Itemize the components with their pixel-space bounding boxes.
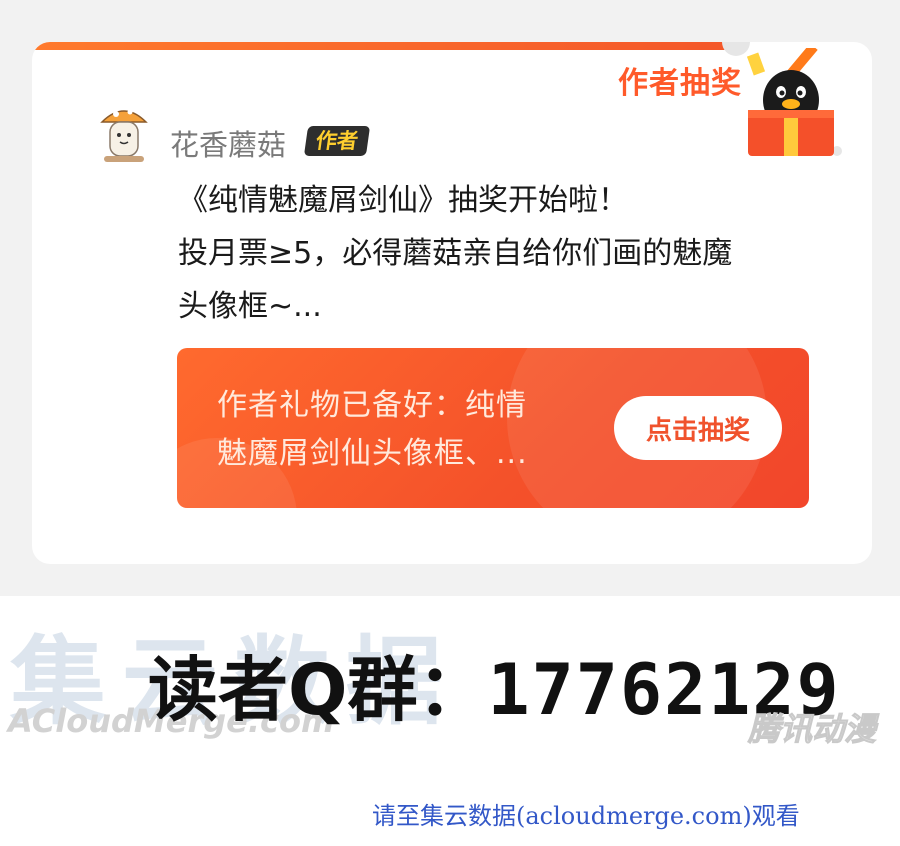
card-accent-line xyxy=(32,42,732,50)
gift-line: 魅魔屑剑仙头像框、... xyxy=(217,436,528,471)
platform-logo: 腾讯动漫 xyxy=(747,710,877,749)
source-note: 请至集云数据(acloudmerge.com)观看 xyxy=(372,802,800,830)
lottery-card[interactable]: 作者抽奖 花香蘑菇 作者 《纯情魅魔屑剑仙》抽奖开始啦！ 投月票≥5，必得蘑菇亲… xyxy=(32,42,872,564)
qq-group-line: 读者Q群：17762129 xyxy=(148,634,841,735)
post-area: 作者抽奖 花香蘑菇 作者 《纯情魅魔屑剑仙》抽奖开始啦！ 投月票≥5，必得蘑菇亲… xyxy=(0,0,900,596)
author-name[interactable]: 花香蘑菇 xyxy=(170,122,286,164)
mushroom-avatar-icon xyxy=(100,109,148,162)
post-line: 头像框~... xyxy=(178,289,322,324)
gift-description: 作者礼物已备好：纯情 魅魔屑剑仙头像框、... xyxy=(217,382,587,478)
author-badge: 作者 xyxy=(303,126,371,156)
post-body[interactable]: 《纯情魅魔屑剑仙》抽奖开始啦！ 投月票≥5，必得蘑菇亲自给你们画的魅魔 头像框~… xyxy=(178,174,838,333)
gift-penguin-icon xyxy=(746,48,834,156)
post-line: 《纯情魅魔屑剑仙》抽奖开始啦！ xyxy=(178,183,628,218)
draw-lottery-button[interactable]: 点击抽奖 xyxy=(614,396,782,460)
lottery-header-title: 作者抽奖 xyxy=(618,66,742,101)
post-line: 投月票≥5，必得蘑菇亲自给你们画的魅魔 xyxy=(178,236,733,271)
qq-group-label: 读者Q群： xyxy=(148,649,488,731)
gift-line: 作者礼物已备好：纯情 xyxy=(217,388,527,423)
gift-banner[interactable]: 作者礼物已备好：纯情 魅魔屑剑仙头像框、... 点击抽奖 xyxy=(177,348,809,508)
